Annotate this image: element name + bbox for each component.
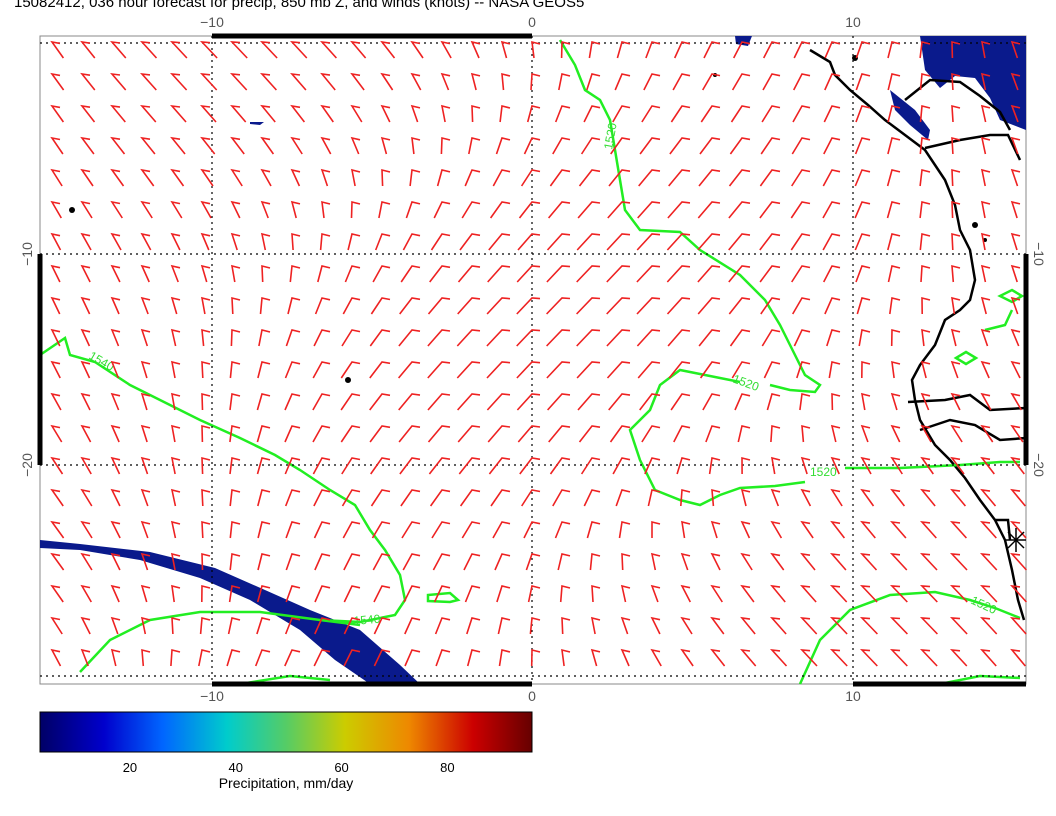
lon-tick-bottom: −10 (200, 688, 224, 704)
lat-tick-left: −10 (19, 242, 35, 266)
colorbar-tick: 80 (440, 760, 455, 775)
lon-tick-top: 10 (845, 14, 861, 30)
colorbar-label: Precipitation, mm/day (218, 775, 354, 791)
colorbar-tick: 60 (334, 760, 349, 775)
lon-tick-top: −10 (200, 14, 224, 30)
colorbar (39, 711, 533, 753)
forecast-map: 1540 1520 1520 1520 1540 1520 −10 0 10 −… (19, 14, 1047, 753)
lat-tick-right: −20 (1031, 453, 1047, 477)
lat-tick-right: −10 (1031, 242, 1047, 266)
colorbar-tick: 20 (122, 760, 138, 775)
lon-tick-top: 0 (528, 14, 536, 30)
lat-tick-left: −20 (19, 453, 35, 477)
contour-label: 1520 (810, 465, 837, 479)
lon-tick-bottom: 0 (528, 688, 536, 704)
colorbar-tick: 40 (228, 760, 243, 775)
lon-tick-bottom: 10 (845, 688, 861, 704)
